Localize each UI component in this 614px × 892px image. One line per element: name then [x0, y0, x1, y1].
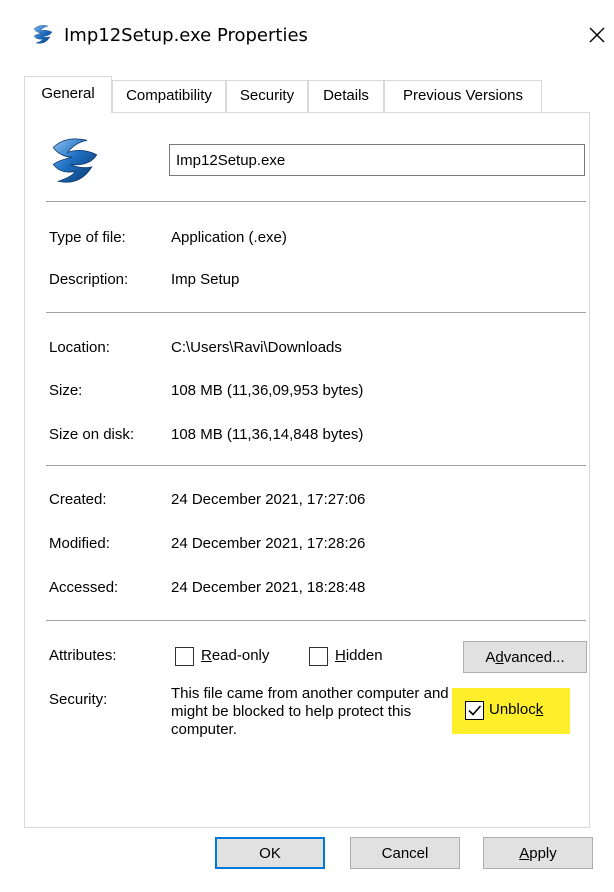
- divider: [46, 312, 586, 313]
- size-on-disk-value: 108 MB (11,36,14,848 bytes): [171, 426, 364, 443]
- modified-value: 24 December 2021, 17:28:26: [171, 535, 366, 552]
- close-icon: [589, 27, 605, 43]
- tab-security[interactable]: Security: [226, 80, 308, 112]
- apply-button[interactable]: Apply: [483, 837, 593, 869]
- tab-strip: General Compatibility Security Details P…: [24, 76, 590, 113]
- divider: [46, 465, 586, 466]
- imp-setup-icon: [52, 138, 98, 183]
- type-of-file-label: Type of file:: [49, 229, 126, 246]
- unblock-label[interactable]: Unblock: [489, 700, 543, 720]
- location-value: C:\Users\Ravi\Downloads: [171, 339, 342, 356]
- hidden-label[interactable]: Hidden: [335, 646, 383, 666]
- dialog-footer: OK Cancel Apply: [0, 828, 614, 892]
- location-label: Location:: [49, 339, 110, 356]
- imp-setup-icon: [33, 25, 53, 44]
- tab-details[interactable]: Details: [308, 80, 384, 112]
- size-on-disk-label: Size on disk:: [49, 426, 135, 443]
- security-message: This file came from another computer and…: [171, 685, 449, 738]
- created-label: Created:: [49, 491, 107, 508]
- modified-label: Modified:: [49, 535, 110, 552]
- description-label: Description:: [49, 271, 129, 288]
- attributes-label: Attributes:: [49, 647, 117, 664]
- read-only-label[interactable]: Read-only: [201, 646, 269, 666]
- divider: [46, 201, 586, 202]
- size-value: 108 MB (11,36,09,953 bytes): [171, 382, 364, 399]
- description-value: Imp Setup: [171, 271, 240, 288]
- created-value: 24 December 2021, 17:27:06: [171, 491, 366, 508]
- unblock-checkbox[interactable]: [465, 701, 484, 720]
- checkmark-icon: [468, 705, 482, 716]
- tab-previous-versions[interactable]: Previous Versions: [384, 80, 542, 112]
- accessed-value: 24 December 2021, 18:28:48: [171, 579, 366, 596]
- security-label: Security:: [49, 691, 108, 708]
- accessed-label: Accessed:: [49, 579, 119, 596]
- tab-compatibility[interactable]: Compatibility: [112, 80, 226, 112]
- divider: [46, 620, 586, 621]
- hidden-checkbox[interactable]: [309, 647, 328, 666]
- ok-button[interactable]: OK: [215, 837, 325, 869]
- file-name-input[interactable]: [169, 144, 585, 176]
- read-only-checkbox[interactable]: [175, 647, 194, 666]
- type-of-file-value: Application (.exe): [171, 229, 287, 246]
- title-bar[interactable]: Imp12Setup.exe Properties: [0, 0, 614, 76]
- cancel-button[interactable]: Cancel: [350, 837, 460, 869]
- window-title: Imp12Setup.exe Properties: [64, 25, 308, 46]
- tab-general[interactable]: General: [24, 76, 112, 113]
- size-label: Size:: [49, 382, 83, 399]
- properties-dialog: Imp12Setup.exe Properties General Compat…: [0, 0, 614, 892]
- close-button[interactable]: [582, 20, 612, 50]
- advanced-button[interactable]: Ad vanced...: [463, 641, 587, 673]
